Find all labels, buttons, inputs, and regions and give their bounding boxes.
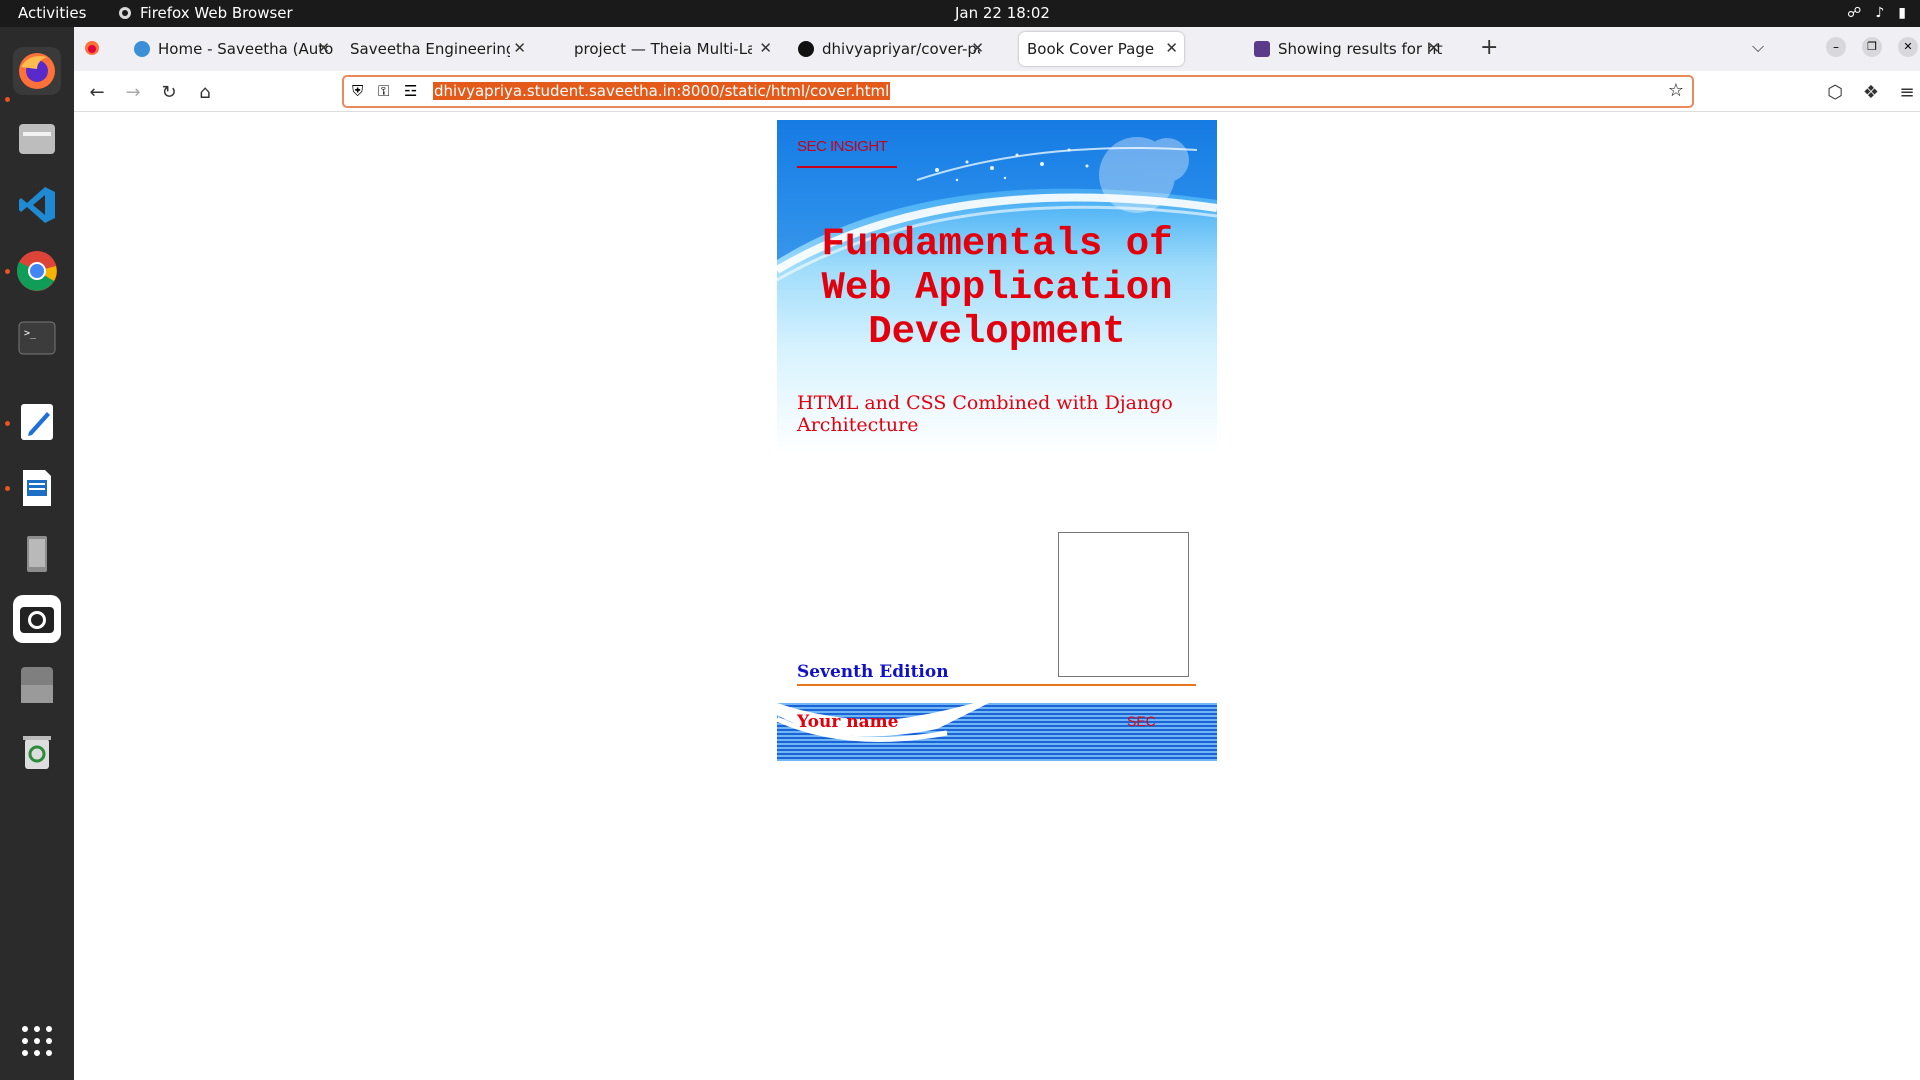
close-tab-icon[interactable]: ✕ — [317, 39, 330, 57]
edition-label: Seventh Edition — [797, 662, 949, 682]
navigation-toolbar: ← → ↻ ⌂ ⛨ ⚿ ☲ dhivyapriya.student.saveet… — [74, 71, 1920, 112]
close-tab-icon[interactable]: ✕ — [971, 39, 984, 57]
running-indicator — [5, 486, 10, 491]
text-editor-icon[interactable] — [13, 398, 61, 446]
terminal-icon[interactable]: >_ — [13, 314, 61, 362]
address-bar[interactable]: ⛨ ⚿ ☲ dhivyapriya.student.saveetha.in:80… — [342, 75, 1694, 108]
chrome-icon[interactable] — [13, 247, 61, 295]
edition-underline — [797, 684, 1196, 686]
forward-icon[interactable]: → — [120, 79, 146, 105]
tracking-shield-icon[interactable]: ⛨ — [352, 82, 363, 100]
dock: >_ — [0, 27, 74, 1080]
moodle-icon — [134, 41, 150, 57]
tab-label: Book Cover Page — [1027, 40, 1155, 58]
github-icon — [798, 41, 814, 57]
tab-label: Saveetha Engineering College — [350, 40, 510, 58]
firefox-view-icon[interactable] — [84, 40, 100, 60]
activities-button[interactable]: Activities — [18, 4, 86, 22]
svg-text:>_: >_ — [24, 328, 37, 339]
extensions-icon[interactable]: ❖ — [1858, 79, 1884, 105]
book-cover: SEC INSIGHT Fundamentals of Web Applicat… — [777, 120, 1217, 761]
tab-strip: Home - Saveetha (Autonomous) ✕ Saveetha … — [74, 27, 1920, 71]
vscode-icon[interactable] — [13, 181, 61, 229]
brand-underline — [797, 166, 897, 168]
bookmark-star-icon[interactable]: ☆ — [1668, 80, 1684, 101]
app-menu[interactable]: Firefox Web Browser — [118, 4, 293, 22]
drive-icon[interactable] — [13, 661, 61, 709]
back-icon[interactable]: ← — [84, 79, 110, 105]
tab-home-saveetha[interactable]: Home - Saveetha (Autonomous) ✕ — [126, 32, 336, 66]
title-line: Development — [868, 310, 1126, 354]
author-name: Your name — [797, 712, 899, 732]
pocket-icon[interactable]: ⬡ — [1822, 79, 1848, 105]
author-photo-placeholder — [1058, 532, 1189, 677]
firefox-small-icon — [119, 7, 131, 19]
publisher-label: SEC — [1127, 713, 1156, 729]
home-icon[interactable]: ⌂ — [192, 79, 218, 105]
writer-icon[interactable] — [13, 464, 61, 512]
book-subtitle: HTML and CSS Combined with Django Archit… — [797, 392, 1173, 436]
tab-book-cover-page[interactable]: Book Cover Page ✕ — [1019, 32, 1184, 66]
tab-github-cover-page[interactable]: dhivyapriyar/cover-page- ✕ — [790, 32, 990, 66]
url-text[interactable]: dhivyapriya.student.saveetha.in:8000/sta… — [433, 82, 891, 100]
title-line: Fundamentals of — [821, 222, 1173, 266]
new-tab-icon[interactable]: + — [1480, 35, 1498, 60]
close-tab-icon[interactable]: ✕ — [1165, 39, 1178, 57]
tab-label: project — Theia Multi-Language — [574, 40, 752, 58]
firefox-icon[interactable] — [13, 47, 61, 95]
title-line: Web Application — [821, 266, 1173, 310]
menu-icon[interactable]: ≡ — [1894, 79, 1920, 105]
restore-icon[interactable]: ❐ — [1862, 37, 1882, 57]
minimize-icon[interactable]: – — [1826, 37, 1846, 57]
running-indicator — [5, 269, 10, 274]
tab-saveetha-engineering[interactable]: Saveetha Engineering College ✕ — [342, 32, 532, 66]
battery-icon[interactable]: ▮ — [1898, 5, 1906, 21]
permissions-icon[interactable]: ⚿ — [378, 82, 389, 100]
tab-label: Showing results for http: — [1278, 40, 1443, 58]
system-top-bar: Activities Firefox Web Browser Jan 22 18… — [0, 0, 1920, 27]
close-tab-icon[interactable]: ✕ — [513, 39, 526, 57]
close-tab-icon[interactable]: ✕ — [759, 39, 772, 57]
list-tabs-icon[interactable]: ⌵ — [1752, 37, 1764, 57]
running-indicator — [5, 97, 10, 102]
search-icon — [1254, 41, 1270, 57]
site-info-icon[interactable]: ☲ — [404, 82, 417, 100]
running-indicator — [5, 421, 10, 426]
system-tray[interactable]: ☍ ♪ ▮ — [1847, 5, 1906, 21]
tab-theia-project[interactable]: project — Theia Multi-Language ✕ — [566, 32, 778, 66]
files-icon[interactable] — [13, 114, 61, 162]
book-title: Fundamentals of Web Application Developm… — [777, 222, 1217, 354]
reload-icon[interactable]: ↻ — [156, 79, 182, 105]
device-icon[interactable] — [13, 530, 61, 578]
close-window-icon[interactable]: ✕ — [1898, 37, 1918, 57]
volume-icon[interactable]: ♪ — [1875, 5, 1884, 21]
trash-icon[interactable] — [13, 727, 61, 775]
tab-label: Home - Saveetha (Autonomous) — [158, 40, 333, 58]
show-apps-icon[interactable] — [13, 1017, 61, 1065]
app-name: Firefox Web Browser — [140, 4, 293, 22]
tab-search-results[interactable]: Showing results for http: ✕ — [1246, 32, 1446, 66]
clock[interactable]: Jan 22 18:02 — [955, 4, 1050, 22]
brand-label: SEC INSIGHT — [797, 138, 888, 155]
close-tab-icon[interactable]: ✕ — [1427, 39, 1440, 57]
tab-label: dhivyapriyar/cover-page- — [822, 40, 980, 58]
screenshot-icon[interactable] — [13, 595, 61, 643]
network-icon[interactable]: ☍ — [1847, 5, 1861, 21]
